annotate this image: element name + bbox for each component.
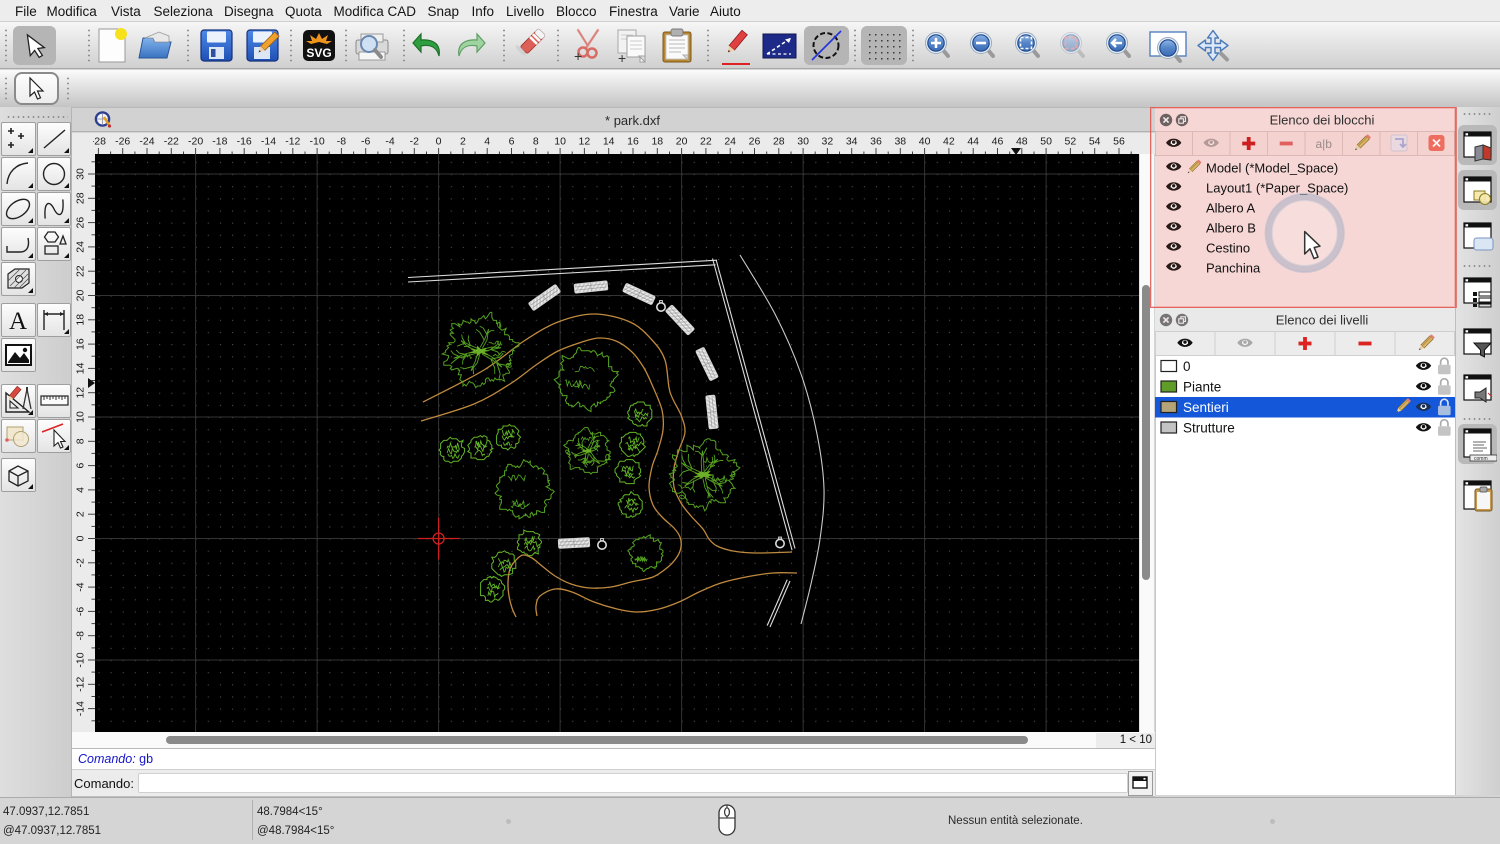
svg-text:32: 32 [822,136,834,148]
svg-text:46: 46 [992,136,1004,148]
svg-text:-14: -14 [75,701,87,716]
svg-text:52: 52 [1065,136,1077,148]
svg-text:Strutture: Strutture [1183,421,1235,436]
svg-text:34: 34 [846,136,858,148]
svg-text:22: 22 [700,136,712,148]
svg-text:16: 16 [627,136,639,148]
svg-text:54: 54 [1089,136,1101,148]
svg-text:8: 8 [533,136,539,148]
svg-text:0: 0 [75,535,87,541]
svg-text:0: 0 [436,136,442,148]
svg-text:-22: -22 [164,136,179,148]
svg-text:28: 28 [773,136,785,148]
svg-text:4: 4 [484,136,490,148]
svg-text:38: 38 [894,136,906,148]
svg-text:+: + [618,50,626,66]
svg-text:-4: -4 [385,136,394,148]
svg-text:-10: -10 [310,136,325,148]
svg-text:-4: -4 [75,582,87,591]
svg-text:comm: comm [1474,456,1488,462]
svg-text:18: 18 [651,136,663,148]
svg-text:-20: -20 [188,136,203,148]
svg-text:-24: -24 [139,136,154,148]
svg-text:56: 56 [1113,136,1125,148]
svg-text:Elenco dei livelli: Elenco dei livelli [1276,313,1369,328]
svg-text:20: 20 [676,136,688,148]
svg-text:24: 24 [724,136,736,148]
svg-text:-12: -12 [285,136,300,148]
svg-text:0: 0 [1183,359,1191,374]
svg-text:-6: -6 [75,607,87,616]
svg-text:-2: -2 [75,558,87,567]
svg-text:-2: -2 [410,136,419,148]
svg-text:50: 50 [1040,136,1052,148]
svg-text:14: 14 [603,136,615,148]
svg-text:-8: -8 [75,631,87,640]
svg-text:44: 44 [967,136,979,148]
svg-text:14: 14 [75,362,87,374]
svg-text:Sentieri: Sentieri [1183,400,1229,415]
svg-text:-18: -18 [212,136,227,148]
svg-text:-12: -12 [75,677,87,692]
svg-text:12: 12 [579,136,591,148]
svg-text:10: 10 [75,411,87,423]
svg-text:+: + [574,48,582,64]
svg-text:4: 4 [75,487,87,493]
svg-text:48: 48 [1016,136,1028,148]
svg-text:26: 26 [75,217,87,229]
svg-text:6: 6 [509,136,515,148]
svg-text:26: 26 [749,136,761,148]
svg-text:-8: -8 [337,136,346,148]
svg-text:22: 22 [75,265,87,277]
svg-text:6: 6 [75,463,87,469]
svg-text:A: A [9,308,27,335]
svg-text:-6: -6 [361,136,370,148]
svg-text:42: 42 [943,136,955,148]
svg-text:16: 16 [75,338,87,350]
svg-text:8: 8 [75,438,87,444]
svg-text:12: 12 [75,387,87,399]
svg-text:20: 20 [75,290,87,302]
svg-text:2: 2 [460,136,466,148]
svg-text:28: 28 [75,192,87,204]
svg-text:-10: -10 [75,652,87,667]
svg-text:18: 18 [75,314,87,326]
svg-text:-26: -26 [115,136,130,148]
svg-text:2: 2 [75,511,87,517]
svg-text:SVG: SVG [306,46,331,60]
svg-text:24: 24 [75,241,87,253]
svg-text:-28: -28 [93,136,106,148]
svg-text:-16: -16 [237,136,252,148]
svg-text:10: 10 [554,136,566,148]
svg-text:-14: -14 [261,136,276,148]
svg-text:30: 30 [797,136,809,148]
svg-text:Piante: Piante [1183,380,1221,395]
svg-text:40: 40 [919,136,931,148]
svg-text:36: 36 [870,136,882,148]
svg-text:30: 30 [75,168,87,180]
